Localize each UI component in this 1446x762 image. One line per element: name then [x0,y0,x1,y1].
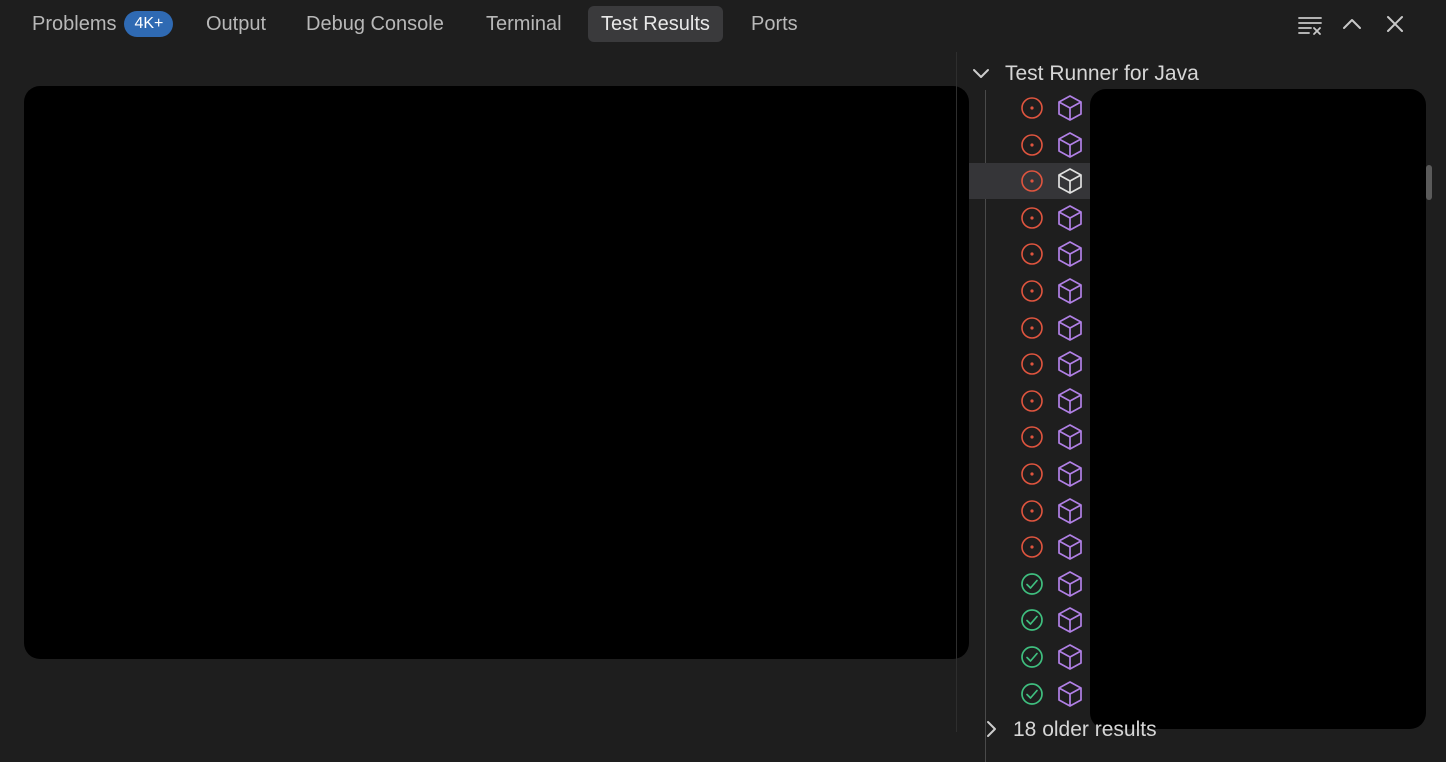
tab-test-results[interactable]: Test Results [588,6,723,42]
package-icon [1055,642,1085,672]
passed-check-icon [1019,644,1045,670]
problems-count-badge: 4K+ [124,11,174,37]
failed-circle-icon [1019,95,1045,121]
package-icon [1055,166,1085,196]
tab-output[interactable]: Output [193,6,279,42]
chevron-up-icon[interactable] [1338,10,1366,38]
package-icon [1055,239,1085,269]
tab-debug-console[interactable]: Debug Console [293,6,457,42]
package-icon [1055,130,1085,160]
package-icon [1055,349,1085,379]
failed-circle-icon [1019,461,1045,487]
passed-check-icon [1019,607,1045,633]
test-runner-group[interactable]: Test Runner for Java [971,58,1199,90]
clear-output-icon[interactable] [1296,10,1324,38]
older-results-label: 18 older results [1013,718,1157,741]
failed-circle-icon [1019,205,1045,231]
test-names-area [1090,89,1426,729]
older-results-group[interactable]: 18 older results [981,714,1157,746]
failed-circle-icon [1019,534,1045,560]
package-icon [1055,532,1085,562]
chevron-right-icon [981,719,1001,739]
package-icon [1055,313,1085,343]
package-icon [1055,569,1085,599]
package-icon [1055,459,1085,489]
panel-tab-bar: Problems 4K+ Output Debug Console Termina… [0,0,1446,48]
package-icon [1055,679,1085,709]
package-icon [1055,276,1085,306]
test-runner-label: Test Runner for Java [1005,62,1199,85]
failed-circle-icon [1019,168,1045,194]
failed-circle-icon [1019,498,1045,524]
tab-problems[interactable]: Problems 4K+ [19,6,186,42]
package-icon [1055,93,1085,123]
close-icon[interactable] [1381,10,1409,38]
passed-check-icon [1019,571,1045,597]
tab-problems-label: Problems [32,13,117,35]
failed-circle-icon [1019,424,1045,450]
failed-circle-icon [1019,132,1045,158]
package-icon [1055,422,1085,452]
scrollbar-thumb[interactable] [1426,165,1432,200]
failed-circle-icon [1019,315,1045,341]
package-icon [1055,386,1085,416]
package-icon [1055,203,1085,233]
failed-circle-icon [1019,241,1045,267]
tab-ports[interactable]: Ports [738,6,811,42]
failed-circle-icon [1019,351,1045,377]
package-icon [1055,605,1085,635]
tab-terminal[interactable]: Terminal [473,6,575,42]
passed-check-icon [1019,681,1045,707]
chevron-down-icon [971,63,991,83]
failed-circle-icon [1019,388,1045,414]
test-tree: Test Runner for Java 18 older results [957,52,1446,762]
failed-circle-icon [1019,278,1045,304]
test-output-area [24,86,969,659]
package-icon [1055,496,1085,526]
